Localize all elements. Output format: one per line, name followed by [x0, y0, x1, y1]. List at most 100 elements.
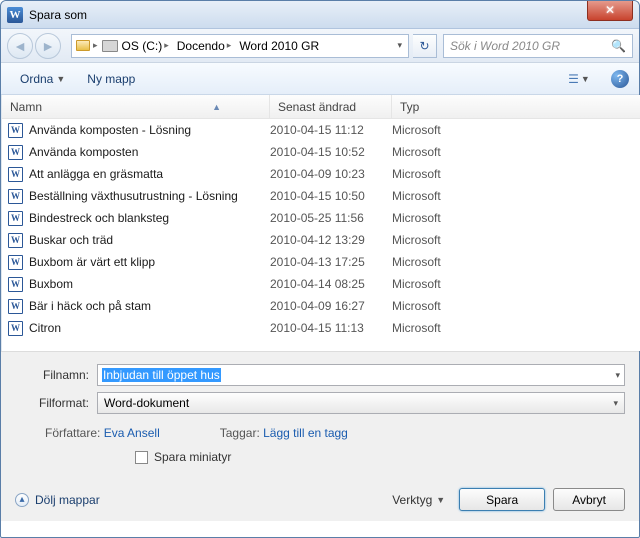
save-thumbnail-checkbox[interactable] [135, 451, 148, 464]
tags-label: Taggar: [220, 426, 260, 440]
sort-asc-icon: ▲ [212, 102, 221, 112]
author-value[interactable]: Eva Ansell [104, 426, 160, 440]
file-type: Microsoft [392, 277, 441, 291]
chevron-up-icon: ▴ [15, 493, 29, 507]
file-type: Microsoft [392, 145, 441, 159]
word-doc-icon: W [8, 211, 23, 226]
file-date: 2010-04-12 13:29 [270, 233, 392, 247]
search-icon: 🔍 [611, 39, 626, 53]
help-button[interactable]: ? [611, 70, 629, 88]
word-doc-icon: W [8, 123, 23, 138]
word-doc-icon: W [8, 321, 23, 336]
fileformat-value: Word-dokument [104, 396, 189, 410]
file-type: Microsoft [392, 189, 441, 203]
new-folder-button[interactable]: Ny mapp [78, 67, 144, 91]
chevron-down-icon: ▼ [581, 74, 590, 84]
window-title: Spara som [29, 8, 87, 22]
view-mode-button[interactable]: ☰ ▼ [557, 68, 601, 90]
tools-button[interactable]: Verktyg ▼ [392, 493, 451, 507]
new-folder-label: Ny mapp [87, 72, 135, 86]
file-type: Microsoft [392, 233, 441, 247]
breadcrumb-folder[interactable]: Docendo ▸ [173, 35, 236, 57]
column-header-type[interactable]: Typ [392, 95, 640, 118]
navbar: ◄ ► ▸ OS (C:) ▸ Docendo ▸ Word 2010 GR ▾… [1, 29, 639, 63]
file-row[interactable]: WAnvända komposten2010-04-15 10:52Micros… [2, 141, 640, 163]
tags-value[interactable]: Lägg till en tagg [263, 426, 348, 440]
organize-label: Ordna [20, 72, 53, 86]
file-name: Att anlägga en gräsmatta [29, 167, 163, 181]
file-date: 2010-04-15 10:50 [270, 189, 392, 203]
address-dropdown[interactable]: ▾ [393, 40, 406, 51]
column-header-name[interactable]: Namn ▲ [2, 95, 270, 118]
file-list[interactable]: WAnvända komposten - Lösning2010-04-15 1… [2, 119, 640, 351]
file-date: 2010-04-09 16:27 [270, 299, 392, 313]
column-label: Namn [10, 100, 42, 114]
file-row[interactable]: W Att anlägga en gräsmatta 2010-04-09 10:2… [2, 163, 640, 185]
folder-icon [76, 40, 90, 51]
hide-folders-button[interactable]: ▴ Dölj mappar [15, 493, 100, 507]
breadcrumb-label: Docendo [177, 39, 225, 53]
forward-button[interactable]: ► [35, 33, 61, 59]
chevron-right-icon: ▸ [227, 40, 232, 51]
refresh-icon: ↻ [419, 39, 429, 53]
column-label: Typ [400, 100, 419, 114]
file-type: Microsoft [392, 211, 441, 225]
search-input[interactable]: Sök i Word 2010 GR 🔍 [443, 34, 633, 58]
column-header-date[interactable]: Senast ändrad [270, 95, 392, 118]
chevron-down-icon: ▾ [613, 398, 618, 409]
file-name: Buskar och träd [29, 233, 113, 247]
file-row[interactable]: W Beställning växthusutrustning - Lösning… [2, 185, 640, 207]
file-type: Microsoft [392, 167, 441, 181]
address-bar[interactable]: ▸ OS (C:) ▸ Docendo ▸ Word 2010 GR ▾ [71, 34, 409, 58]
author-label: Författare: [45, 426, 100, 440]
file-date: 2010-04-09 10:23 [270, 167, 392, 181]
chevron-down-icon[interactable]: ▾ [615, 370, 620, 381]
column-label: Senast ändrad [278, 100, 356, 114]
filename-input[interactable]: Inbjudan till öppet hus ▾ [97, 364, 625, 386]
file-date: 2010-04-14 08:25 [270, 277, 392, 291]
word-doc-icon: W [8, 189, 23, 204]
tools-label: Verktyg [392, 493, 432, 507]
organize-button[interactable]: Ordna ▼ [11, 67, 74, 91]
chevron-right-icon: ▸ [164, 40, 169, 51]
breadcrumb-label: Word 2010 GR [239, 39, 319, 53]
file-row[interactable]: WBuxbom2010-04-14 08:25Microsoft [2, 273, 640, 295]
cancel-button[interactable]: Avbryt [553, 488, 625, 511]
save-button[interactable]: Spara [459, 488, 545, 511]
breadcrumb-label: OS (C:) [122, 39, 163, 53]
file-name: Citron [29, 321, 61, 335]
file-date: 2010-04-13 17:25 [270, 255, 392, 269]
file-row[interactable]: W Buskar och träd 2010-04-12 13:29Microsof… [2, 229, 640, 251]
drive-icon [102, 40, 118, 52]
chevron-down-icon: ▼ [436, 495, 445, 505]
word-doc-icon: W [8, 167, 23, 182]
close-button[interactable]: ✕ [587, 1, 633, 21]
cancel-label: Avbryt [572, 493, 606, 507]
file-date: 2010-05-25 11:56 [270, 211, 392, 225]
word-doc-icon: W [8, 299, 23, 314]
file-type: Microsoft [392, 123, 441, 137]
file-row[interactable]: WAnvända komposten - Lösning2010-04-15 1… [2, 119, 640, 141]
breadcrumb-folder[interactable]: Word 2010 GR [235, 35, 323, 57]
save-label: Spara [486, 493, 518, 507]
file-pane: Namn ▲ Senast ändrad Typ WAnvända kompos… [2, 95, 640, 351]
chevron-down-icon: ▼ [56, 74, 65, 84]
file-row[interactable]: WBär i häck och på stam2010-04-09 16:27M… [2, 295, 640, 317]
save-thumbnail-label: Spara miniatyr [154, 450, 231, 464]
word-doc-icon: W [8, 233, 23, 248]
word-app-icon: W [7, 7, 23, 23]
main-area: ▷ Bibliotek 🖼️Bilder 📄Dokument 🎞️Filmer … [1, 95, 639, 351]
file-row[interactable]: WBuxbom är värt ett klipp2010-04-13 17:2… [2, 251, 640, 273]
file-date: 2010-04-15 11:12 [270, 123, 392, 137]
file-name: Använda komposten [29, 145, 138, 159]
refresh-button[interactable]: ↻ [413, 34, 437, 58]
back-button[interactable]: ◄ [7, 33, 33, 59]
fileformat-combo[interactable]: Word-dokument ▾ [97, 392, 625, 414]
file-row[interactable]: WBindestreck och blanksteg2010-05-25 11:… [2, 207, 640, 229]
file-name: Beställning växthusutrustning - Lösning [29, 189, 238, 203]
file-date: 2010-04-15 11:13 [270, 321, 392, 335]
breadcrumb-drive[interactable]: OS (C:) ▸ [98, 35, 173, 57]
file-name: Buxbom är värt ett klipp [29, 255, 155, 269]
file-row[interactable]: WCitron2010-04-15 11:13Microsoft [2, 317, 640, 339]
titlebar: W Spara som ✕ [1, 1, 639, 29]
